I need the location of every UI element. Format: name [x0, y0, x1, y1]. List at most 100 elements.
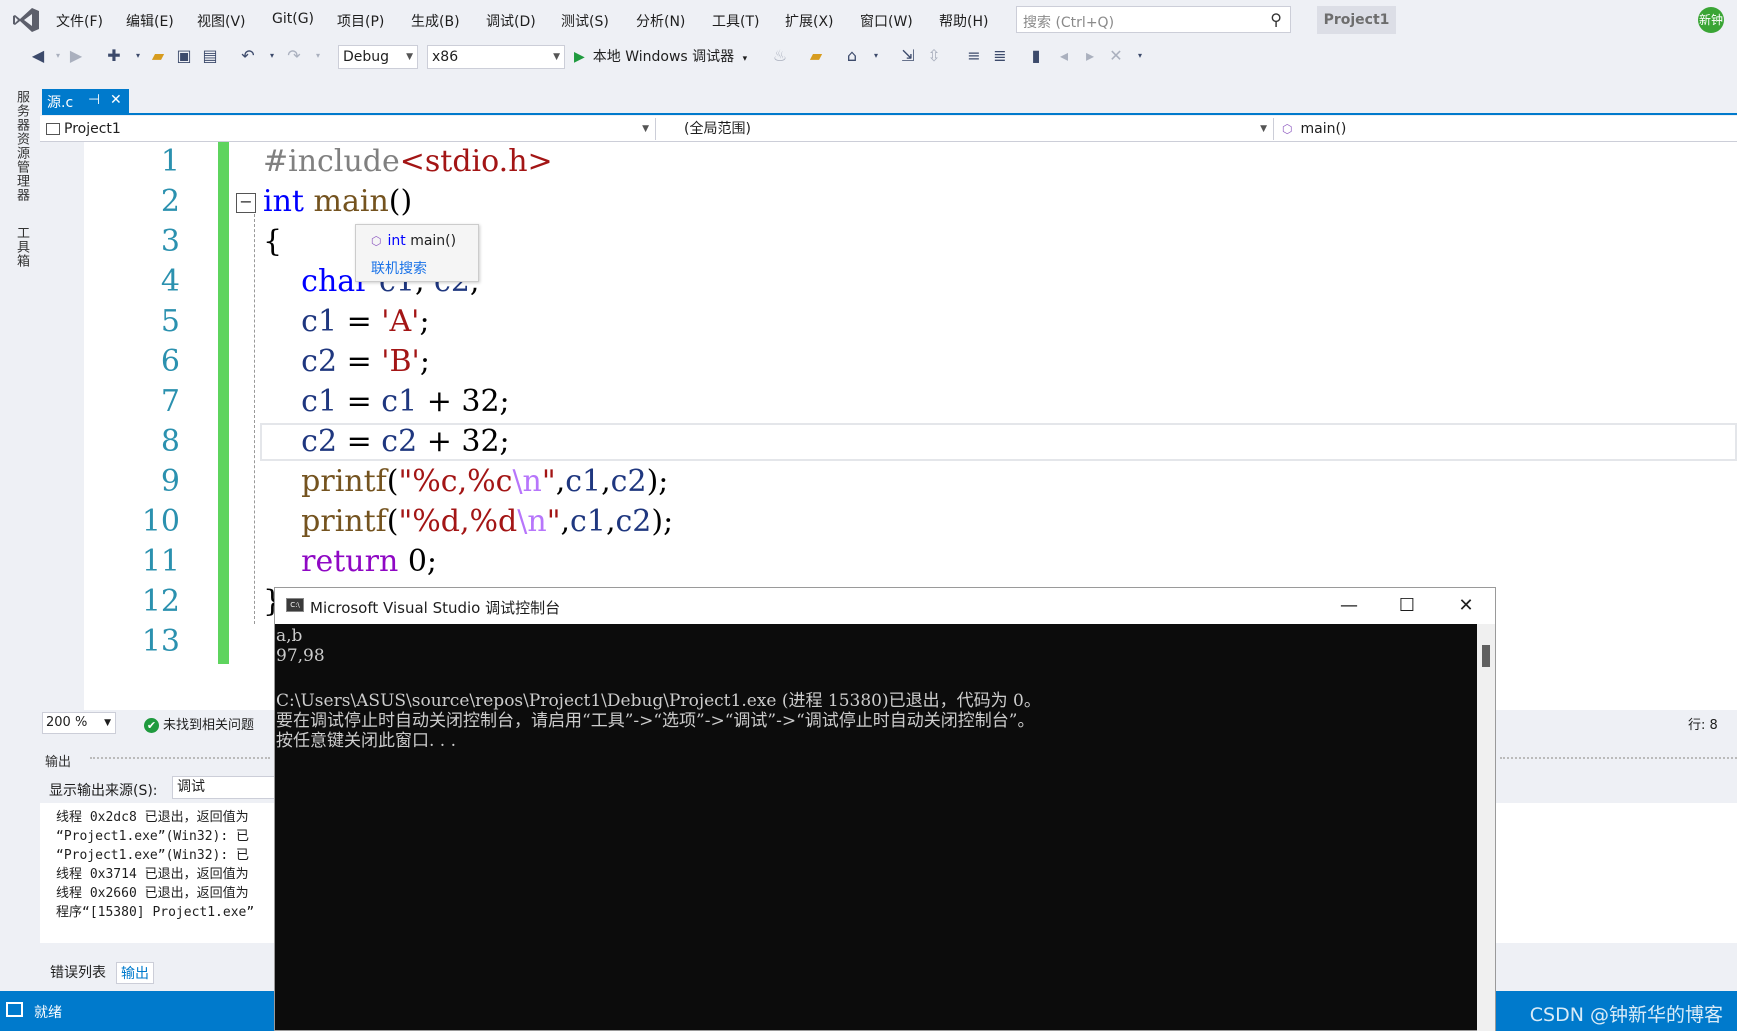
maximize-icon[interactable]: ☐	[1392, 595, 1422, 616]
solution-config-select[interactable]: Debug ▼	[338, 45, 418, 69]
avatar[interactable]: 新钟	[1698, 7, 1724, 33]
code-token: + 32;	[417, 384, 510, 419]
code-token: return	[263, 544, 399, 579]
menu-edit[interactable]: 编辑(E)	[126, 11, 174, 31]
online-search-link[interactable]: 联机搜索	[371, 258, 427, 278]
tooltip-function: main()	[410, 233, 457, 249]
prev-bookmark-icon[interactable]: ◂	[1054, 46, 1074, 66]
redo-dropdown-icon[interactable]: ▾	[308, 46, 328, 66]
step-over-icon[interactable]: ⇳	[924, 46, 944, 66]
back-icon[interactable]: ◀	[28, 46, 48, 66]
line-number: 11	[141, 544, 180, 579]
clear-bookmarks-icon[interactable]: ✕	[1106, 46, 1126, 66]
menu-view[interactable]: 视图(V)	[197, 11, 246, 31]
left-tool-strip: 服务器资源管理器 工具箱	[0, 86, 40, 992]
open-folder-icon[interactable]: ▰	[148, 46, 168, 66]
minimize-icon[interactable]: —	[1334, 595, 1364, 616]
menu-debug[interactable]: 调试(D)	[486, 11, 536, 31]
menu-file[interactable]: 文件(F)	[56, 11, 103, 31]
collapse-icon[interactable]: −	[236, 193, 256, 213]
toolbar: ◀ ▾ ▶ ✚ ▾ ▰ ▣ ▤ ↶ ▾ ↷ ▾ Debug ▼ x86 ▼ ▶ 本…	[0, 40, 1737, 74]
tab-output[interactable]: 输出	[116, 962, 154, 984]
tab-error-list[interactable]: 错误列表	[46, 962, 110, 984]
menu-extensions[interactable]: 扩展(X)	[785, 11, 834, 31]
redo-icon[interactable]: ↷	[284, 46, 304, 66]
line-indicator: 行: 8	[1688, 718, 1718, 733]
console-line: 97,98	[276, 646, 325, 666]
zoom-select[interactable]: 200 % ▼	[42, 712, 116, 734]
new-project-icon[interactable]: ✚	[104, 46, 124, 66]
panel-grip[interactable]	[90, 757, 270, 761]
issues-indicator[interactable]: ✔ 未找到相关问题	[144, 714, 254, 733]
panel-grip[interactable]	[1500, 757, 1737, 761]
code-line[interactable]: printf("%c,%c\n",c1,c2);	[263, 464, 668, 499]
editor-gutter	[40, 142, 84, 710]
run-label: 本地 Windows 调试器	[592, 49, 735, 65]
code-line[interactable]: c2 = c2 + 32;	[263, 424, 510, 459]
code-line[interactable]: c2 = 'B';	[263, 344, 430, 379]
menu-git[interactable]: Git(G)	[272, 11, 314, 27]
next-bookmark-icon[interactable]: ▸	[1080, 46, 1100, 66]
console-scroll-thumb[interactable]	[1482, 645, 1490, 667]
undo-dropdown-icon[interactable]: ▾	[262, 46, 282, 66]
code-line[interactable]: c1 = 'A';	[263, 304, 429, 339]
code-line[interactable]: int main()	[263, 184, 412, 219]
menu-help[interactable]: 帮助(H)	[939, 11, 988, 31]
code-line[interactable]: {	[263, 224, 282, 259]
menu-project[interactable]: 项目(P)	[337, 11, 384, 31]
comment-icon[interactable]: ≡	[964, 46, 984, 66]
code-line[interactable]: #include<stdio.h>	[263, 144, 553, 179]
line-number: 13	[141, 624, 180, 659]
code-token: \n	[512, 464, 542, 499]
save-all-icon[interactable]: ▤	[200, 46, 220, 66]
line-number: 8	[160, 424, 180, 459]
uncomment-icon[interactable]: ≣	[990, 46, 1010, 66]
menu-analyze[interactable]: 分析(N)	[636, 11, 685, 31]
home-dropdown-icon[interactable]: ▾	[866, 46, 886, 66]
visual-studio-logo-icon[interactable]	[12, 7, 40, 33]
menu-test[interactable]: 测试(S)	[561, 11, 609, 31]
menu-window[interactable]: 窗口(W)	[860, 11, 913, 31]
toolbar-overflow-icon[interactable]: ▾	[1130, 46, 1150, 66]
code-token: c2	[381, 424, 418, 459]
tab-source-file[interactable]: 源.c ⊣ ✕	[42, 89, 129, 113]
undo-icon[interactable]: ↶	[238, 46, 258, 66]
output-line: 线程 0x2660 已退出，返回值为	[56, 886, 249, 901]
back-dropdown-icon[interactable]: ▾	[48, 46, 68, 66]
pin-icon[interactable]: ⊣	[88, 92, 100, 108]
close-icon[interactable]: ✕	[110, 92, 122, 108]
search-input[interactable]: 搜索 (Ctrl+Q) ⚲	[1016, 6, 1291, 33]
output-source-select[interactable]: 调试	[172, 776, 282, 799]
step-icon[interactable]: ⇲	[898, 46, 918, 66]
console-scrollbar[interactable]	[1477, 624, 1495, 1031]
debug-console-window[interactable]	[274, 587, 1496, 1031]
browse-folder-icon[interactable]: ▰	[806, 46, 826, 66]
new-dropdown-icon[interactable]: ▾	[128, 46, 148, 66]
menu-build[interactable]: 生成(B)	[411, 11, 460, 31]
member-select[interactable]: ⬡ main()	[1278, 118, 1735, 140]
project-scope-select[interactable]: Project1 ▼	[42, 118, 656, 140]
code-token: printf	[263, 504, 387, 539]
global-scope-select[interactable]: (全局范围) ▼	[660, 118, 1274, 140]
platform-select[interactable]: x86 ▼	[427, 45, 565, 69]
menu-tools[interactable]: 工具(T)	[712, 11, 759, 31]
search-icon[interactable]: ⚲	[1270, 10, 1282, 29]
forward-icon[interactable]: ▶	[66, 46, 86, 66]
start-debugging-button[interactable]: ▶ 本地 Windows 调试器 ▾	[574, 46, 747, 68]
code-line[interactable]: printf("%d,%d\n",c1,c2);	[263, 504, 673, 539]
home-icon[interactable]: ⌂	[842, 46, 862, 66]
toolbox-tab[interactable]: 工具箱	[12, 226, 31, 268]
code-token: \n	[517, 504, 547, 539]
output-line: 线程 0x3714 已退出，返回值为	[56, 867, 249, 882]
server-explorer-tab[interactable]: 服务器资源管理器	[12, 90, 31, 202]
code-line[interactable]: return 0;	[263, 544, 437, 579]
code-token: c2	[263, 424, 338, 459]
code-line[interactable]: c1 = c1 + 32;	[263, 384, 510, 419]
tab-label: 源.c	[47, 95, 74, 111]
line-number: 1	[160, 144, 180, 179]
change-tracking-bar	[218, 142, 229, 664]
close-icon[interactable]: ✕	[1451, 595, 1481, 616]
bookmark-icon[interactable]: ▮	[1026, 46, 1046, 66]
save-icon[interactable]: ▣	[174, 46, 194, 66]
hot-reload-icon[interactable]: ♨	[770, 46, 790, 66]
